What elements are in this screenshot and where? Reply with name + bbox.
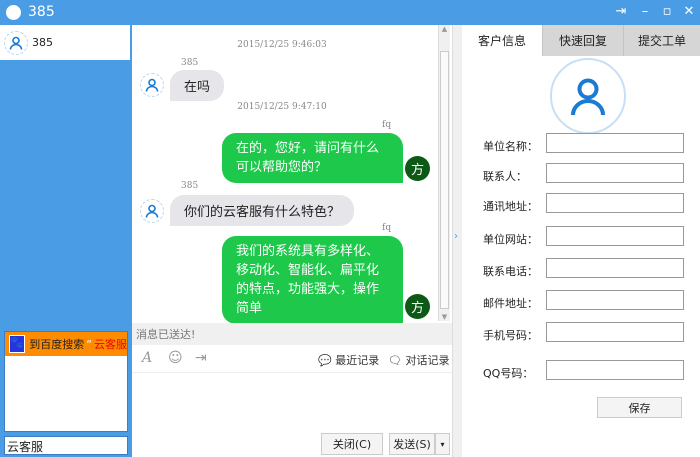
tab-customer-info[interactable]: 客户信息 — [462, 25, 542, 56]
chat-toolbar: A ☺ ⇥ 💬 最近记录 🗨 对话记录 — [132, 345, 452, 373]
sender-name: fq — [382, 120, 392, 130]
timestamp: 2015/12/25 9:46:03 — [237, 40, 327, 50]
qq-input[interactable] — [546, 360, 684, 380]
history-label: 对话记录 — [405, 354, 450, 367]
baidu-search-link[interactable]: 🐾 到百度搜索 “ 云客服 — [5, 332, 127, 356]
user-avatar-icon — [140, 73, 164, 97]
comment-icon: 💬 — [318, 354, 332, 367]
title-bar: 385 ⇥ – ▫ ✕ — [0, 0, 700, 25]
panel-divider[interactable]: › — [452, 25, 462, 457]
baidu-search-panel: 🐾 到百度搜索 “ 云客服 — [4, 331, 128, 432]
message-bubble-in: 在吗 — [170, 70, 225, 101]
tab-quick-reply[interactable]: 快速回复 — [542, 25, 623, 56]
app-logo-icon — [6, 5, 21, 20]
search-input[interactable]: 云客服 — [4, 436, 128, 455]
baidu-term: 云客服 — [94, 338, 127, 351]
font-icon[interactable]: A — [142, 350, 152, 366]
address-input[interactable] — [546, 193, 684, 213]
chevron-right-icon[interactable]: › — [454, 231, 458, 242]
send-button[interactable]: 发送(S) — [389, 433, 435, 455]
quote: “ — [86, 337, 92, 351]
customer-avatar-icon — [550, 58, 626, 134]
message-bubble-out: 我们的系统具有多样化、移动化、智能化、扁平化的特点，功能强大，操作简单 — [222, 236, 403, 324]
history-icon: 🗨 — [388, 354, 402, 367]
close-button[interactable]: 关闭(C) — [321, 433, 383, 455]
sender-name: fq — [382, 223, 392, 233]
chat-history-button[interactable]: 🗨 对话记录 — [388, 352, 449, 368]
delivery-status: 消息已送达! — [132, 323, 452, 345]
website-input[interactable] — [546, 226, 684, 246]
window-title: 385 — [28, 4, 55, 20]
field-label: 单位网站： — [483, 233, 538, 246]
baidu-paw-icon: 🐾 — [9, 335, 26, 353]
recent-records-button[interactable]: 💬 最近记录 — [318, 352, 379, 368]
save-button[interactable]: 保存 — [597, 397, 682, 418]
email-input[interactable] — [546, 290, 684, 310]
field-label: 邮件地址： — [483, 297, 538, 310]
mobile-input[interactable] — [546, 322, 684, 342]
contact-person-input[interactable] — [546, 163, 684, 183]
close-window-button[interactable]: ✕ — [680, 4, 698, 19]
sender-name: 385 — [181, 58, 199, 68]
send-options-dropdown[interactable]: ▾ — [435, 433, 450, 455]
message-input[interactable] — [132, 374, 452, 430]
user-avatar-icon — [140, 199, 164, 223]
pin-icon[interactable]: ⇥ — [612, 4, 630, 19]
chat-scrollbar[interactable]: ▲ ▼ — [438, 25, 450, 321]
baidu-prefix: 到百度搜索 — [29, 338, 85, 351]
field-label: 单位名称： — [483, 140, 538, 153]
agent-avatar: 方 — [405, 294, 430, 319]
agent-avatar: 方 — [405, 156, 430, 181]
message-bubble-in: 你们的云客服有什么特色？ — [170, 195, 355, 226]
contact-item[interactable]: 385 — [0, 25, 130, 60]
field-label: 通讯地址： — [483, 200, 538, 213]
message-bubble-out: 在的，您好，请问有什么可以帮助您的？ — [222, 133, 403, 183]
minimize-button[interactable]: – — [636, 4, 654, 19]
timestamp: 2015/12/25 9:47:10 — [237, 102, 327, 112]
user-avatar-icon — [4, 31, 28, 55]
emoji-icon[interactable]: ☺ — [168, 350, 183, 366]
send-file-icon[interactable]: ⇥ — [195, 350, 207, 366]
recent-label: 最近记录 — [335, 354, 380, 367]
customer-panel: 客户信息 快速回复 提交工单 单位名称： 联系人： 通讯地址： 单位网站： 联系… — [462, 25, 700, 457]
field-label: 联系电话： — [483, 265, 538, 278]
field-label: 手机号码： — [483, 329, 538, 342]
field-label: QQ号码： — [483, 367, 534, 380]
tab-submit-ticket[interactable]: 提交工单 — [623, 25, 700, 56]
maximize-button[interactable]: ▫ — [658, 4, 676, 19]
field-label: 联系人： — [483, 170, 527, 183]
chat-panel: 2015/12/25 9:46:03 385 在吗 2015/12/25 9:4… — [132, 25, 452, 457]
company-name-input[interactable] — [546, 133, 684, 153]
phone-input[interactable] — [546, 258, 684, 278]
sender-name: 385 — [181, 181, 199, 191]
contact-name: 385 — [32, 36, 53, 49]
